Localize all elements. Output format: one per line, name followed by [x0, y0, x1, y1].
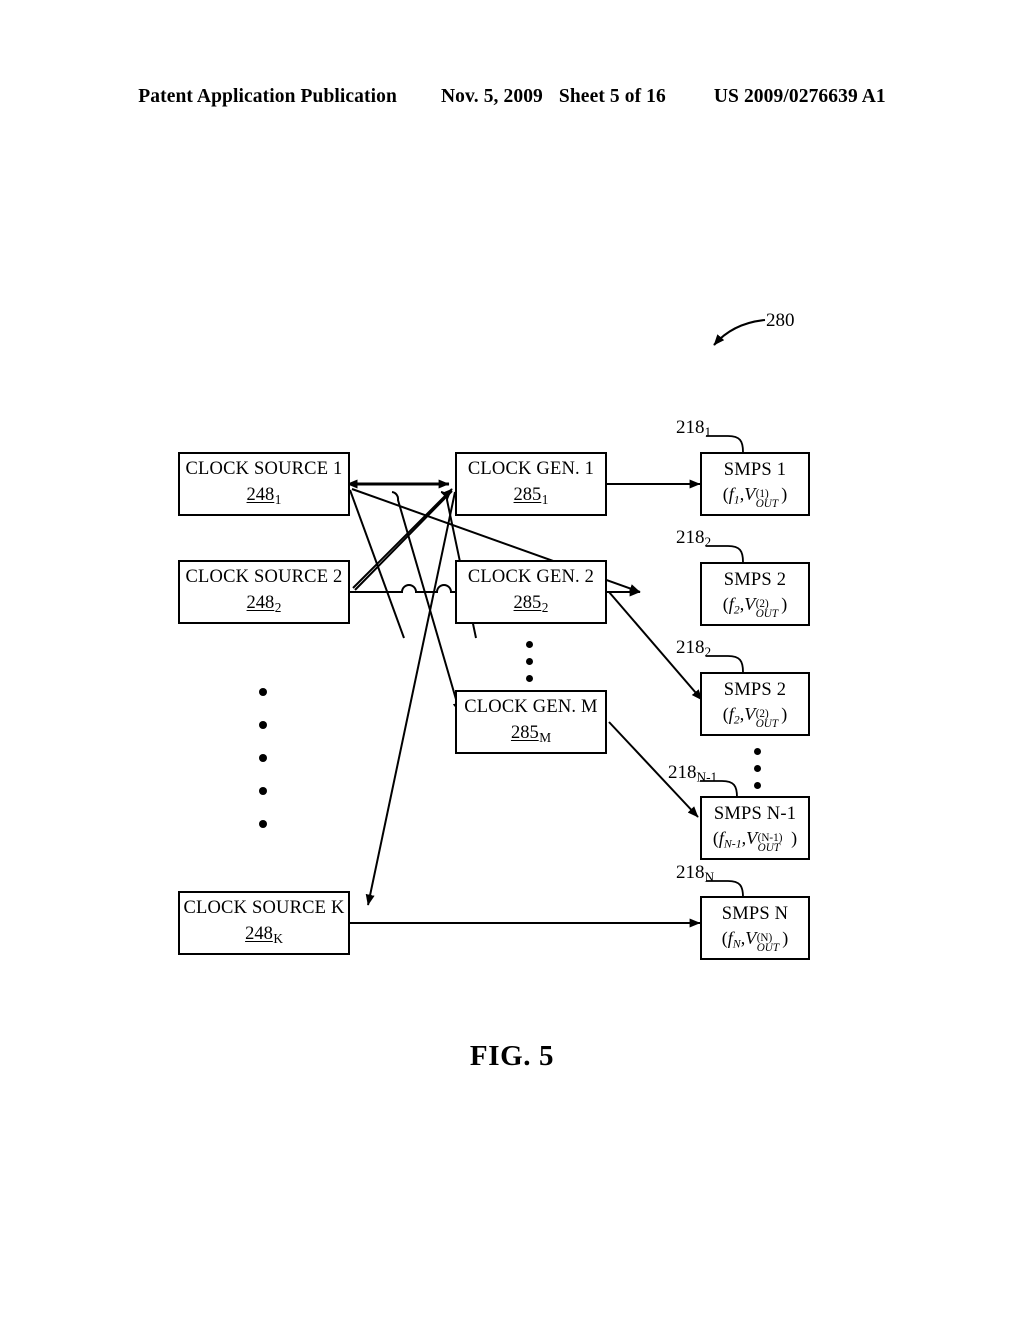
clock-gen-1-ref: 2851: [513, 485, 549, 508]
smps-2-box[interactable]: SMPS 2 (f2,V (2) OUT): [700, 562, 810, 626]
smps-2-title: SMPS 2: [723, 570, 787, 591]
callout-leader-218-2: [706, 545, 744, 563]
smps-1-params: (f1,V (1) OUT): [722, 484, 788, 511]
clock-source-1-box[interactable]: CLOCK SOURCE 1 2481: [178, 452, 350, 516]
clock-gen-1-box[interactable]: CLOCK GEN. 1 2851: [455, 452, 607, 516]
smps-2-params: (f2,V (2) OUT): [722, 594, 788, 621]
clock-source-2-box[interactable]: CLOCK SOURCE 2 2482: [178, 560, 350, 624]
figure-caption: FIG. 5: [469, 1040, 555, 1072]
smps-column-ellipsis: [747, 748, 767, 789]
clock-source-2-ref: 2482: [246, 593, 282, 616]
smps-2-duplicate-params: (f2,V (2) OUT): [722, 704, 788, 731]
system-reference-280: 280: [766, 310, 795, 331]
smps-n-title: SMPS N: [721, 904, 789, 925]
callout-leader-218-1: [706, 435, 744, 453]
callout-218-2-duplicate: 2182: [676, 637, 712, 660]
link-source1-lower-diagonal: [349, 489, 405, 639]
smps-1-title: SMPS 1: [723, 460, 787, 481]
smps-n-params: (fN,V (N) OUT): [721, 928, 789, 955]
clock-gen-m-box[interactable]: CLOCK GEN. M 285M: [455, 690, 607, 754]
clock-source-1-title: CLOCK SOURCE 1: [185, 459, 343, 480]
smps-2-duplicate-box[interactable]: SMPS 2 (f2,V (2) OUT): [700, 672, 810, 736]
clock-source-k-box[interactable]: CLOCK SOURCE K 248K: [178, 891, 350, 955]
smps-n-minus-1-title: SMPS N-1: [713, 804, 797, 825]
connector-lines: [346, 318, 766, 928]
smps-n-minus-1-box[interactable]: SMPS N-1 (fN-1,V (N-1) OUT): [700, 796, 810, 860]
clock-source-1-ref: 2481: [246, 485, 282, 508]
clock-gen-column-ellipsis: [519, 641, 539, 682]
callout-218-2: 2182: [676, 527, 712, 550]
callout-218-n: 218N: [676, 862, 715, 885]
link-gen1-sourceK: [365, 491, 456, 906]
smps-2-duplicate-title: SMPS 2: [723, 680, 787, 701]
clock-gen-2-box[interactable]: CLOCK GEN. 2 2852: [455, 560, 607, 624]
callout-218-n-minus-1: 218N-1: [668, 762, 718, 785]
clock-gen-1-title: CLOCK GEN. 1: [467, 459, 595, 480]
clock-source-k-ref: 248K: [245, 924, 283, 947]
clock-gen-2-ref: 2852: [513, 593, 549, 616]
clock-source-k-title: CLOCK SOURCE K: [183, 898, 345, 919]
smps-1-box[interactable]: SMPS 1 (f1,V (1) OUT): [700, 452, 810, 516]
clock-gen-m-ref: 285M: [510, 723, 552, 746]
smps-n-minus-1-params: (fN-1,V (N-1) OUT): [712, 828, 798, 855]
system-ref-leader: [713, 318, 766, 346]
link-source-genM: [391, 491, 462, 714]
callout-leader-218-3: [706, 655, 744, 673]
clock-gen-m-title: CLOCK GEN. M: [464, 697, 598, 718]
clock-source-2-title: CLOCK SOURCE 2: [185, 567, 343, 588]
callout-218-1: 2181: [676, 417, 712, 440]
smps-n-box[interactable]: SMPS N (fN,V (N) OUT): [700, 896, 810, 960]
clock-source-column-ellipsis: [253, 688, 273, 828]
figure-5-diagram: 280 CLOCK SOURCE 1 2481 CLOCK SOURCE 2 2…: [0, 0, 1024, 1320]
clock-gen-2-title: CLOCK GEN. 2: [467, 567, 595, 588]
